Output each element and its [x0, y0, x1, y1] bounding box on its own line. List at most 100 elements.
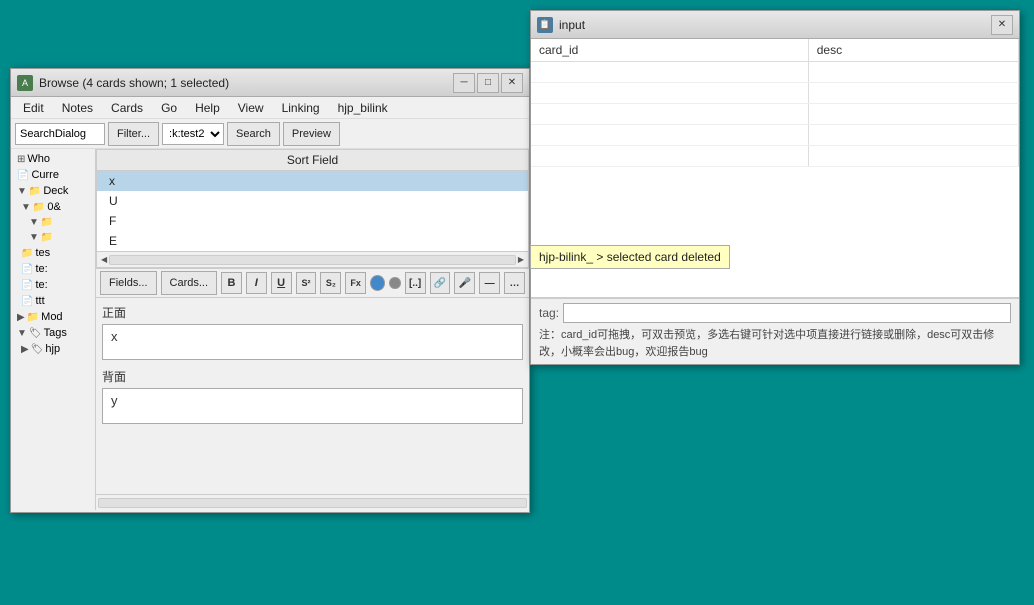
sidebar-label-current: Curre [31, 169, 59, 181]
te2-icon: 📄 [21, 280, 33, 291]
maximize-button[interactable]: □ [477, 73, 499, 93]
input-close-button[interactable]: ✕ [991, 15, 1013, 35]
sub1-folder-icon: 📁 [41, 217, 53, 228]
menu-edit[interactable]: Edit [15, 99, 52, 117]
menu-notes[interactable]: Notes [54, 99, 101, 117]
dash-button[interactable]: — [479, 272, 500, 294]
table-row [531, 125, 1019, 146]
sidebar-item-te2[interactable]: 📄 te: [13, 277, 93, 293]
mod-icon: ▶ [17, 312, 25, 323]
mod-folder-icon: 📁 [27, 312, 39, 323]
menu-go[interactable]: Go [153, 99, 185, 117]
sidebar-item-sub2[interactable]: ▼ 📁 [13, 230, 93, 245]
preview-button[interactable]: Preview [283, 122, 340, 146]
sidebar-item-who[interactable]: ⊞ Who [13, 151, 93, 167]
sort-scrollbar-area: ◀ ▶ [97, 251, 528, 267]
sidebar-item-tags[interactable]: ▼ 🏷 Tags [13, 325, 93, 341]
close-button[interactable]: ✕ [501, 73, 523, 93]
current-icon: 📄 [17, 170, 29, 181]
sidebar-label-te1: te: [35, 263, 47, 275]
input-window-icon: 📋 [537, 17, 553, 33]
bottom-scroll-track[interactable] [98, 498, 527, 508]
menu-help[interactable]: Help [187, 99, 228, 117]
card-fields-area: 正面 x 背面 y [96, 298, 529, 494]
menu-cards[interactable]: Cards [103, 99, 151, 117]
browse-window-icon: A [17, 75, 33, 91]
mic-button[interactable]: 🎤 [454, 272, 475, 294]
sidebar-label-ttt: ttt [35, 295, 44, 307]
cards-button[interactable]: Cards... [161, 271, 218, 295]
sidebar-item-hjp[interactable]: ▶ 🏷 hjp [13, 341, 93, 357]
sidebar-item-deck[interactable]: ▼ 📁 Deck [13, 183, 93, 199]
sidebar-item-0[interactable]: ▼ 📁 0& [13, 199, 93, 215]
menu-view[interactable]: View [230, 99, 272, 117]
sidebar-label-tags: Tags [44, 327, 67, 339]
underline-button[interactable]: U [271, 272, 292, 294]
browse-titlebar: A Browse (4 cards shown; 1 selected) ─ □… [11, 69, 529, 97]
input-window: 📋 input ✕ card_id desc [530, 10, 1020, 365]
tag-label: tag: [539, 306, 559, 320]
italic-button[interactable]: I [246, 272, 267, 294]
color-picker-blue[interactable] [370, 275, 385, 291]
back-label: 背面 [102, 368, 523, 385]
search-button[interactable]: Search [227, 122, 280, 146]
menu-hjp-bilink[interactable]: hjp_bilink [330, 99, 396, 117]
superscript-button[interactable]: S² [296, 272, 317, 294]
color-picker-gray[interactable] [389, 277, 400, 289]
sidebar-item-ttt[interactable]: 📄 ttt [13, 293, 93, 309]
sidebar-item-te1[interactable]: 📄 te: [13, 261, 93, 277]
front-value[interactable]: x [102, 324, 523, 360]
sort-field-item-u[interactable]: U [97, 191, 528, 211]
col-card-id: card_id [531, 39, 808, 62]
tags-expand-icon: ▼ [17, 328, 27, 339]
sidebar-label-who: Who [27, 153, 50, 165]
search-dialog-input[interactable] [15, 123, 105, 145]
input-titlebar: 📋 input ✕ [531, 11, 1019, 39]
filter-button[interactable]: Filter... [108, 122, 159, 146]
sidebar-label-mod: Mod [41, 311, 62, 323]
sort-field-item-x[interactable]: x [97, 171, 528, 191]
sidebar-item-current[interactable]: 📄 Curre [13, 167, 93, 183]
menu-linking[interactable]: Linking [274, 99, 328, 117]
scroll-left-icon[interactable]: ◀ [99, 255, 109, 264]
sidebar-item-tes[interactable]: 📁 tes [13, 245, 93, 261]
sort-field-item-e[interactable]: E [97, 231, 528, 251]
horizontal-scrollbar[interactable] [109, 255, 516, 265]
sidebar-item-sub1[interactable]: ▼ 📁 [13, 215, 93, 230]
tags-icon: 🏷 [29, 328, 42, 339]
back-field-section: 背面 y [102, 368, 523, 424]
input-window-controls: ✕ [991, 15, 1013, 35]
who-icon: ⊞ [17, 154, 25, 165]
bold-button[interactable]: B [221, 272, 242, 294]
minimize-button[interactable]: ─ [453, 73, 475, 93]
search-type-select[interactable]: :k:test2 [162, 123, 224, 145]
back-value[interactable]: y [102, 388, 523, 424]
fields-button[interactable]: Fields... [100, 271, 157, 295]
te1-icon: 📄 [21, 264, 33, 275]
subscript-button[interactable]: S₂ [320, 272, 341, 294]
tag-input[interactable] [563, 303, 1011, 323]
window-scroll-bottom [96, 494, 529, 510]
input-body: card_id desc [531, 39, 1019, 364]
table-row [531, 104, 1019, 125]
scroll-right-icon[interactable]: ▶ [516, 255, 526, 264]
sidebar-item-mod[interactable]: ▶ 📁 Mod [13, 309, 93, 325]
bracket-button[interactable]: [..] [405, 272, 426, 294]
desktop: A Browse (4 cards shown; 1 selected) ─ □… [0, 0, 1034, 605]
browse-window: A Browse (4 cards shown; 1 selected) ─ □… [10, 68, 530, 513]
bottom-toolbar: Fields... Cards... B I U S² S₂ Fx [..] 🔗… [96, 268, 529, 298]
link-button[interactable]: 🔗 [430, 272, 451, 294]
table-row [531, 62, 1019, 83]
sidebar-label-hjp: hjp [45, 343, 60, 355]
main-content: Sort Field x U F E ◀ ▶ Fields... Cards..… [96, 149, 529, 510]
browse-window-controls: ─ □ ✕ [453, 73, 523, 93]
status-tooltip: hjp-bilink_ > selected card deleted [530, 245, 730, 269]
sidebar-label-tes: tes [35, 247, 50, 259]
ellipsis-button[interactable]: … [504, 272, 525, 294]
0-folder-icon: 📁 [33, 202, 45, 213]
sub2-icon: ▼ [29, 232, 39, 243]
sort-field-item-f[interactable]: F [97, 211, 528, 231]
fx-button[interactable]: Fx [345, 272, 366, 294]
browse-body: ⊞ Who 📄 Curre ▼ 📁 Deck ▼ 📁 0& [11, 149, 529, 510]
tes-icon: 📁 [21, 248, 33, 259]
